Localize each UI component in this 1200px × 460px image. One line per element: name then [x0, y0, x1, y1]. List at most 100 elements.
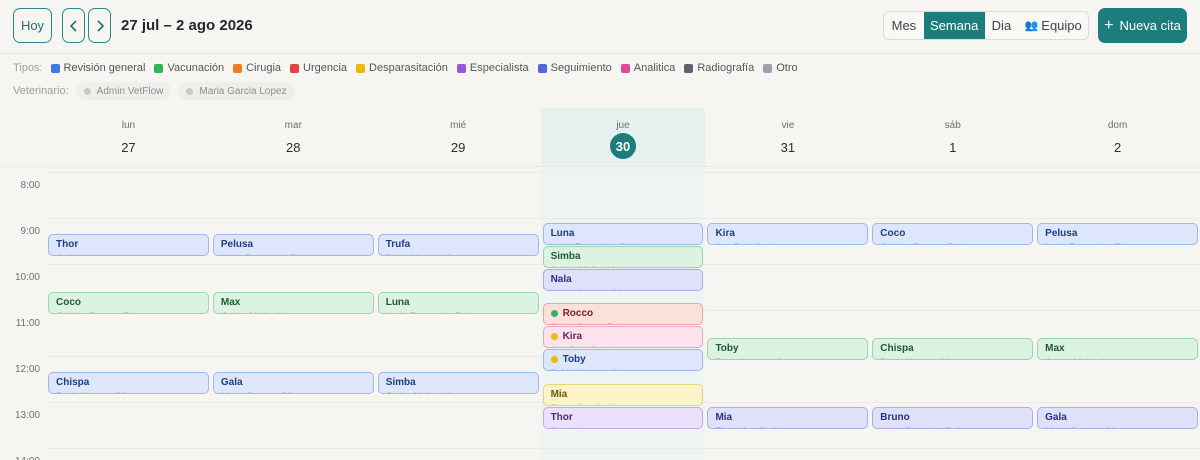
type-legend-label: Urgencia — [303, 62, 348, 74]
appointment-card[interactable]: Mia Elena Castillo Mora — [542, 383, 704, 406]
status-dot-icon — [550, 333, 558, 340]
appointment-card[interactable]: Rocco Javier Ortega Ruiz — [542, 303, 704, 325]
appointment-owner: Carlos Molina Vera — [1045, 357, 1197, 359]
appointment-card[interactable]: Max Carlos Molina Vera — [212, 291, 374, 314]
appointment-pet: Max — [221, 297, 373, 308]
day-number: 31 — [780, 140, 796, 155]
appointment-card[interactable]: Kira Ana Ruiz Garcia — [707, 222, 869, 245]
view-month-button[interactable]: Mes — [884, 12, 924, 39]
appointment-pet: Toby — [715, 343, 867, 354]
day-header-lun[interactable]: lun 27 — [46, 108, 211, 166]
day-name-label: mié — [450, 120, 467, 131]
appointment-pet-name: Coco — [880, 227, 906, 239]
type-legend-item[interactable]: Desparasitación — [356, 62, 448, 74]
day-header-dom[interactable]: dom 2 — [1035, 108, 1200, 166]
type-color-swatch — [456, 63, 466, 73]
appointment-card[interactable]: Pelusa Lucia Fernandez Ruiz — [212, 234, 374, 256]
type-legend-item[interactable]: Cirugia — [233, 62, 281, 74]
type-legend-item[interactable]: Analitica — [620, 62, 675, 74]
appointment-owner: Marta Serrano Gil — [221, 391, 373, 393]
previous-week-button[interactable] — [62, 8, 85, 43]
new-appointment-button[interactable]: + Nueva cita — [1098, 8, 1187, 43]
day-header-vie[interactable]: vie 31 — [705, 108, 870, 166]
vet-chip-label: Maria Garcia Lopez — [199, 85, 287, 97]
type-color-swatch — [356, 63, 366, 73]
type-legend-label: Especialista — [469, 62, 529, 74]
appointment-owner: Lucia Fernandez Ruiz — [1045, 242, 1197, 244]
hour-label: 12:00 — [14, 363, 40, 375]
appointment-card[interactable]: Coco Cristina Romero Ruiz — [872, 222, 1034, 245]
day-header-jue[interactable]: jue 30 — [540, 108, 706, 166]
appointment-card[interactable]: Kira Ana Ruiz Garcia — [542, 326, 704, 348]
day-header-mar[interactable]: mar 28 — [211, 108, 376, 166]
appointment-pet: Coco — [880, 228, 1032, 239]
day-number: 30 — [610, 133, 636, 159]
appointment-card[interactable]: Trufa Pablo Navarro Ortiz — [377, 234, 539, 256]
appointment-owner: Carlos Molina Vera — [386, 391, 538, 393]
day-name-label: lun — [121, 120, 136, 131]
appointment-pet-name: Gala — [220, 377, 243, 388]
appointment-card[interactable]: Luna Lucia Fernandez Ruiz — [542, 222, 704, 245]
appointment-card[interactable]: Pelusa Lucia Fernandez Ruiz — [1037, 222, 1199, 245]
day-header-mié[interactable]: mié 29 — [376, 108, 541, 166]
type-legend-item[interactable]: Otro — [763, 62, 798, 74]
type-legend-item[interactable]: Especialista — [456, 62, 529, 74]
view-team-label: Equipo — [1041, 18, 1082, 33]
type-legend-item[interactable]: Vacunación — [154, 62, 224, 74]
view-team-button[interactable]: 👥 Equipo — [1018, 12, 1088, 39]
type-legend-item[interactable]: Revisión general — [50, 62, 145, 74]
appointment-card[interactable]: Simba Carlos Molina Vera — [377, 372, 539, 394]
type-legend-item[interactable]: Seguimiento — [537, 62, 612, 74]
type-legend-label: Cirugia — [246, 62, 282, 74]
appointment-pet-name: Nala — [550, 273, 572, 285]
view-week-button[interactable]: Semana — [923, 12, 985, 39]
appointment-card[interactable]: Bruno Nuria Gonzalez Peña — [872, 406, 1034, 429]
appointment-pet-name: Coco — [56, 296, 81, 308]
type-color-swatch — [154, 63, 164, 73]
appointment-pet-name: Bruno — [880, 411, 910, 423]
vet-filter-chip[interactable]: Maria Garcia Lopez — [178, 82, 295, 100]
type-color-swatch — [233, 63, 243, 73]
appointment-card[interactable]: Thor Carla Iriarte Larrea — [48, 234, 209, 256]
appointment-card[interactable]: Nala Marta Serrano Gil — [542, 268, 704, 291]
day-header-sáb[interactable]: sáb 1 — [870, 108, 1035, 166]
appointment-card[interactable]: Toby Pablo Navarro Ortiz — [707, 337, 869, 360]
type-color-swatch — [684, 63, 694, 73]
today-button[interactable]: Hoy — [13, 8, 52, 43]
appointment-card[interactable]: Mia Elena Castillo Mora — [707, 406, 869, 429]
vet-chip-label: Admin VetFlow — [96, 85, 164, 97]
appointment-pet-name: Mia — [715, 411, 733, 423]
appointment-owner: Cristina Romero Ruiz — [880, 242, 1032, 244]
type-legend-item[interactable]: Urgencia — [290, 62, 347, 74]
appointment-owner: Pablo Navarro Ortiz — [386, 253, 538, 255]
appointment-pet: Toby — [550, 354, 703, 365]
appointment-card[interactable]: Simba Carlos Molina Vera — [542, 245, 704, 268]
appointment-card[interactable]: Chispa Paula Herrera Gil — [872, 337, 1034, 360]
appointment-card[interactable]: Chispa Paula Herrera Gil — [48, 372, 209, 394]
vet-filter-chip[interactable]: Admin VetFlow — [75, 82, 172, 100]
appointment-card[interactable]: Luna Lucia Fernandez Ruiz — [377, 291, 539, 314]
appointment-pet-name: Chispa — [56, 377, 90, 388]
appointment-pet: Chispa — [56, 377, 208, 388]
calendar-toolbar: Hoy 27 jul – 2 ago 2026 Mes Semana Dia 👥… — [0, 0, 1200, 52]
appointment-card[interactable]: Thor Carla Iriarte Larrea — [542, 406, 704, 429]
type-legend-item[interactable]: Radiografía — [684, 62, 754, 74]
view-day-button[interactable]: Dia — [985, 12, 1019, 39]
appointment-pet: Coco — [56, 297, 208, 308]
day-name-label: sáb — [944, 120, 961, 131]
appointment-pet: Luna — [386, 297, 538, 308]
hour-gridline — [46, 447, 1200, 449]
appointment-card[interactable]: Toby Pablo Navarro Ortiz — [542, 349, 704, 371]
type-legend: Tipos: Revisión general Vacunación Cirugia… — [13, 62, 807, 74]
appointment-card[interactable]: Max Carlos Molina Vera — [1037, 337, 1199, 360]
appointment-card[interactable]: Coco Cristina Romero Ruiz — [48, 291, 209, 314]
next-week-button[interactable] — [88, 8, 111, 43]
appointment-card[interactable]: Gala Marta Serrano Gil — [212, 372, 374, 394]
appointment-card[interactable]: Gala Marta Serrano Gil — [1037, 406, 1199, 429]
appointment-pet: Max — [1045, 343, 1197, 354]
type-legend-label: Vacunación — [167, 62, 225, 74]
appointment-pet-name: Gala — [1045, 411, 1067, 423]
appointment-owner: Paula Herrera Gil — [56, 391, 208, 393]
appointment-pet: Gala — [1045, 412, 1197, 423]
appointment-pet: Mia — [551, 389, 703, 400]
